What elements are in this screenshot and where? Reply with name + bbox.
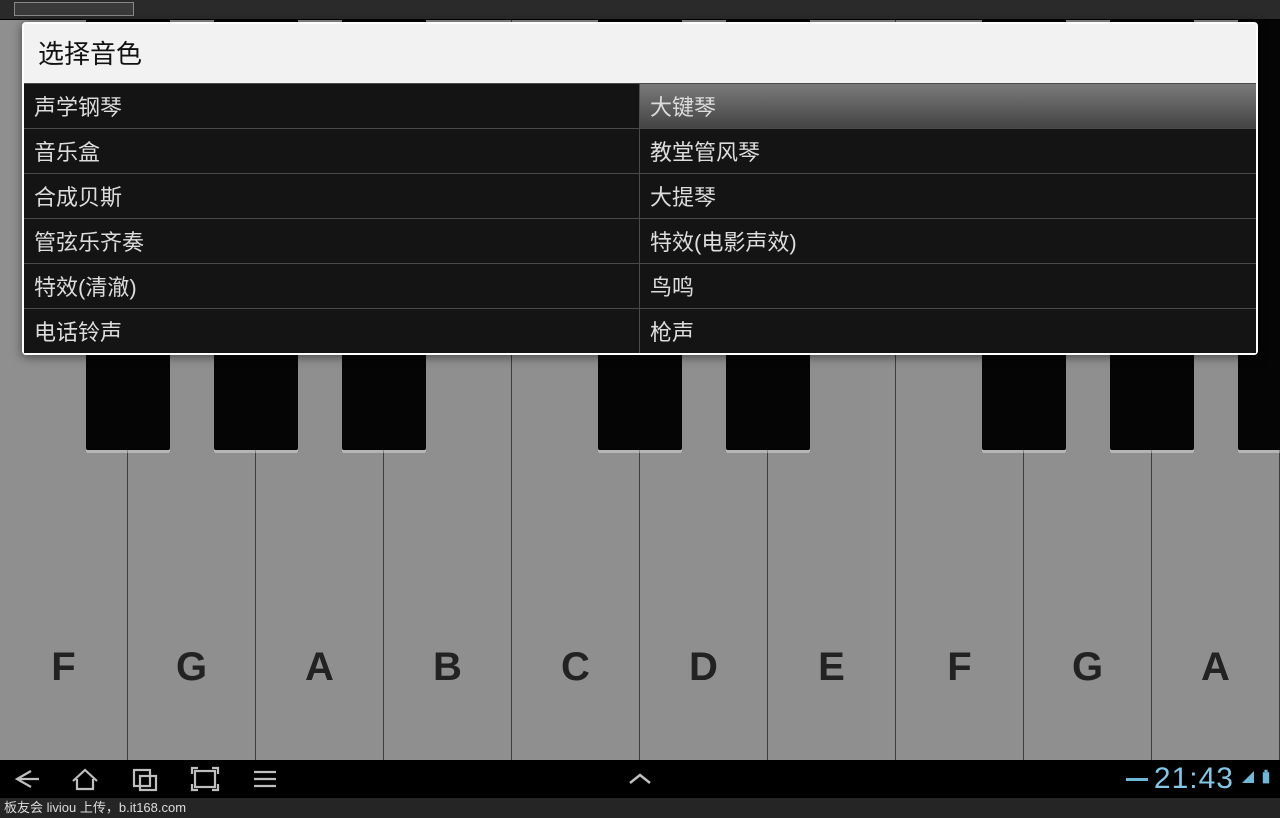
key-label: B <box>433 645 462 690</box>
key-label: D <box>689 645 718 690</box>
app-stage: F G A B C D E F G A 选择音色 声学钢琴大键琴音乐盒教堂管风琴合成贝斯大提琴管弦… <box>0 0 1280 818</box>
menu-icon[interactable] <box>248 765 282 793</box>
key-label: E <box>818 645 845 690</box>
key-label: F <box>51 645 75 690</box>
key-label: G <box>176 645 207 690</box>
back-icon[interactable] <box>8 765 42 793</box>
sound-option-2[interactable]: 音乐盒 <box>24 128 640 173</box>
sound-option-0[interactable]: 声学钢琴 <box>24 83 640 128</box>
recent-apps-icon[interactable] <box>128 765 162 793</box>
select-sound-dialog: 选择音色 声学钢琴大键琴音乐盒教堂管风琴合成贝斯大提琴管弦乐齐奏特效(电影声效)… <box>22 22 1258 355</box>
dialog-title: 选择音色 <box>24 24 1256 83</box>
sound-option-1[interactable]: 大键琴 <box>640 83 1256 128</box>
top-box <box>14 2 134 16</box>
sound-option-3[interactable]: 教堂管风琴 <box>640 128 1256 173</box>
wifi-icon <box>1240 769 1256 790</box>
sound-option-6[interactable]: 管弦乐齐奏 <box>24 218 640 263</box>
key-label: C <box>561 645 590 690</box>
key-label: A <box>1201 645 1230 690</box>
watermark-text: 板友会 liviou 上传，b.it168.com <box>4 797 186 816</box>
key-label: A <box>305 645 334 690</box>
clock: 21:43 <box>1154 762 1234 796</box>
sound-option-8[interactable]: 特效(清澈) <box>24 263 640 308</box>
sound-option-10[interactable]: 电话铃声 <box>24 308 640 353</box>
screenshot-icon[interactable] <box>188 765 222 793</box>
sound-option-5[interactable]: 大提琴 <box>640 173 1256 218</box>
top-strip <box>0 0 1280 20</box>
sound-option-9[interactable]: 鸟鸣 <box>640 263 1256 308</box>
system-tray[interactable]: 21:43 <box>1126 762 1270 796</box>
sound-option-4[interactable]: 合成贝斯 <box>24 173 640 218</box>
dash-icon <box>1126 778 1148 781</box>
sound-option-11[interactable]: 枪声 <box>640 308 1256 353</box>
expand-up-icon[interactable] <box>623 765 657 793</box>
dialog-options: 声学钢琴大键琴音乐盒教堂管风琴合成贝斯大提琴管弦乐齐奏特效(电影声效)特效(清澈… <box>24 83 1256 353</box>
system-navbar: 21:43 <box>0 760 1280 798</box>
sound-option-7[interactable]: 特效(电影声效) <box>640 218 1256 263</box>
battery-icon <box>1262 769 1270 790</box>
key-label: F <box>947 645 971 690</box>
home-icon[interactable] <box>68 765 102 793</box>
key-label: G <box>1072 645 1103 690</box>
